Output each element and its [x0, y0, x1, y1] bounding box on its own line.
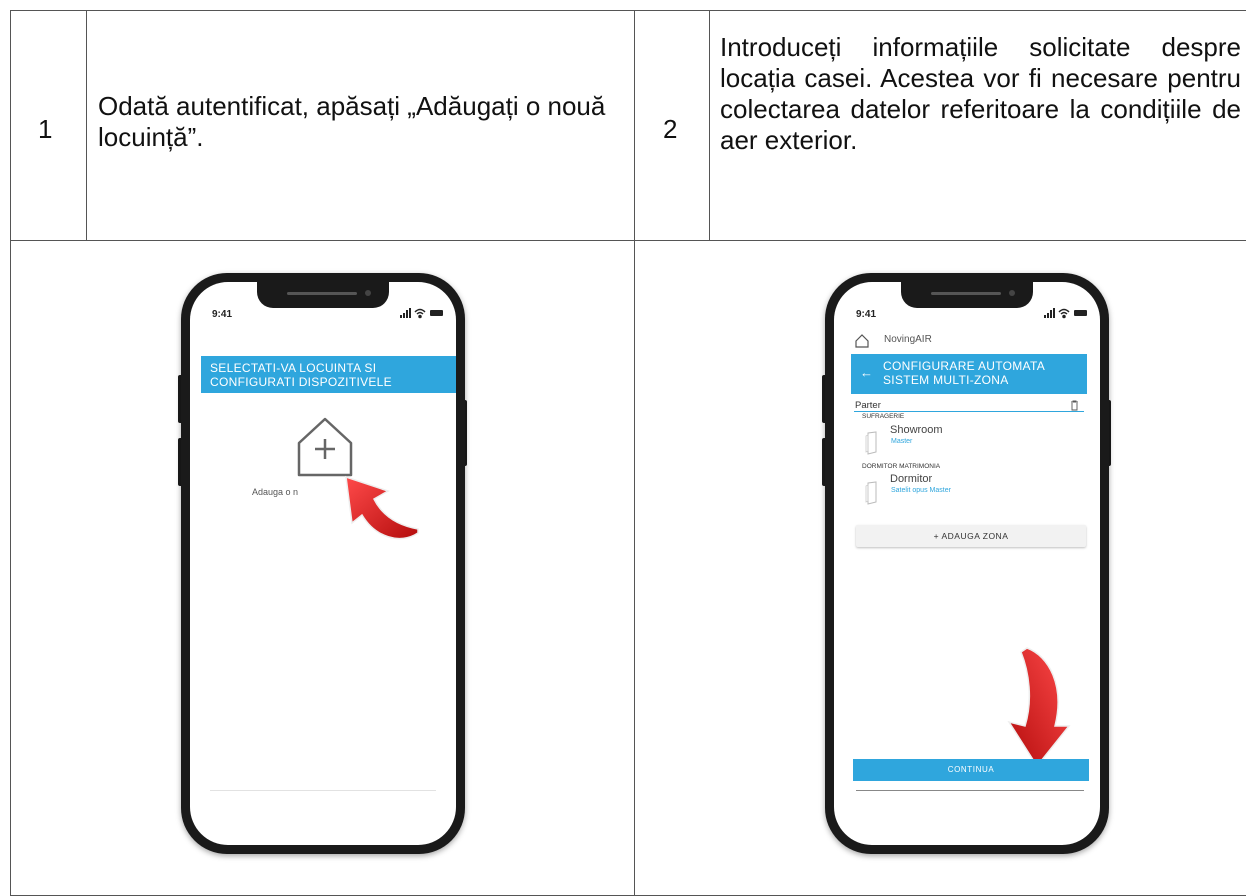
trash-icon[interactable] — [1070, 400, 1079, 411]
step-2-text: Introduceți informațiile solicitate desp… — [720, 32, 1241, 155]
floor-name: Parter — [855, 400, 881, 411]
phone-notch — [901, 282, 1033, 308]
table-divider-center — [634, 10, 635, 896]
table-border-middle — [10, 240, 1246, 241]
step-2-number: 2 — [663, 114, 678, 144]
battery-icon — [430, 310, 443, 316]
step-1-number: 1 — [38, 114, 53, 144]
wifi-icon — [414, 308, 426, 319]
device-name[interactable]: Dormitor — [890, 473, 932, 485]
table-border-left — [10, 10, 11, 896]
device-icon — [865, 431, 877, 455]
bottom-divider — [856, 790, 1084, 791]
app-name: NovingAIR — [884, 334, 932, 345]
status-icons — [400, 307, 444, 322]
step-1-text: Odată autentificat, apăsați „Adăugați o … — [98, 91, 606, 152]
table-divider-2 — [709, 10, 710, 240]
red-arrow-icon — [345, 475, 419, 540]
device-role: Satelit opus Master — [891, 487, 951, 494]
device-icon — [865, 481, 877, 505]
phone-2-screen: 9:41 NovingAIR ← CONFIGURARE AUTOMATA SI… — [834, 282, 1100, 845]
phone-1-screen: 9:41 SELECTATI-VA LOCUINTA SI CONFIGURAT… — [190, 282, 456, 845]
select-home-banner: SELECTATI-VA LOCUINTA SI CONFIGURATI DIS… — [201, 356, 456, 393]
zone-label: SUFRAGERIE — [862, 413, 905, 420]
signal-icon — [1044, 308, 1055, 318]
floor-divider — [854, 411, 1084, 412]
phone-2: 9:41 NovingAIR ← CONFIGURARE AUTOMATA SI… — [825, 273, 1109, 854]
phone-1: 9:41 SELECTATI-VA LOCUINTA SI CONFIGURAT… — [181, 273, 465, 854]
add-home-label-left[interactable]: Adauga o n — [252, 487, 298, 497]
bottom-divider — [210, 790, 436, 791]
arrow-left-icon[interactable]: ← — [860, 366, 873, 380]
continue-button[interactable]: CONTINUA — [853, 759, 1089, 781]
status-time: 9:41 — [856, 309, 877, 320]
zone-label: DORMITOR MATRIMONIA — [862, 463, 941, 470]
device-role: Master — [891, 438, 913, 445]
table-divider-1 — [86, 10, 87, 240]
config-banner-title: CONFIGURARE AUTOMATA SISTEM MULTI-ZONA — [883, 359, 1045, 387]
battery-icon — [1074, 310, 1087, 316]
home-icon[interactable] — [854, 333, 870, 349]
status-icons — [1044, 307, 1088, 322]
wifi-icon — [1058, 308, 1070, 319]
table-border-top — [10, 10, 1246, 11]
phone-notch — [257, 282, 389, 308]
red-arrow-icon — [1007, 647, 1071, 768]
device-name[interactable]: Showroom — [890, 424, 943, 436]
status-time: 9:41 — [212, 309, 233, 320]
add-zone-button[interactable]: + ADAUGA ZONA — [856, 525, 1086, 547]
signal-icon — [400, 308, 411, 318]
config-banner: ← CONFIGURARE AUTOMATA SISTEM MULTI-ZONA — [851, 354, 1087, 394]
